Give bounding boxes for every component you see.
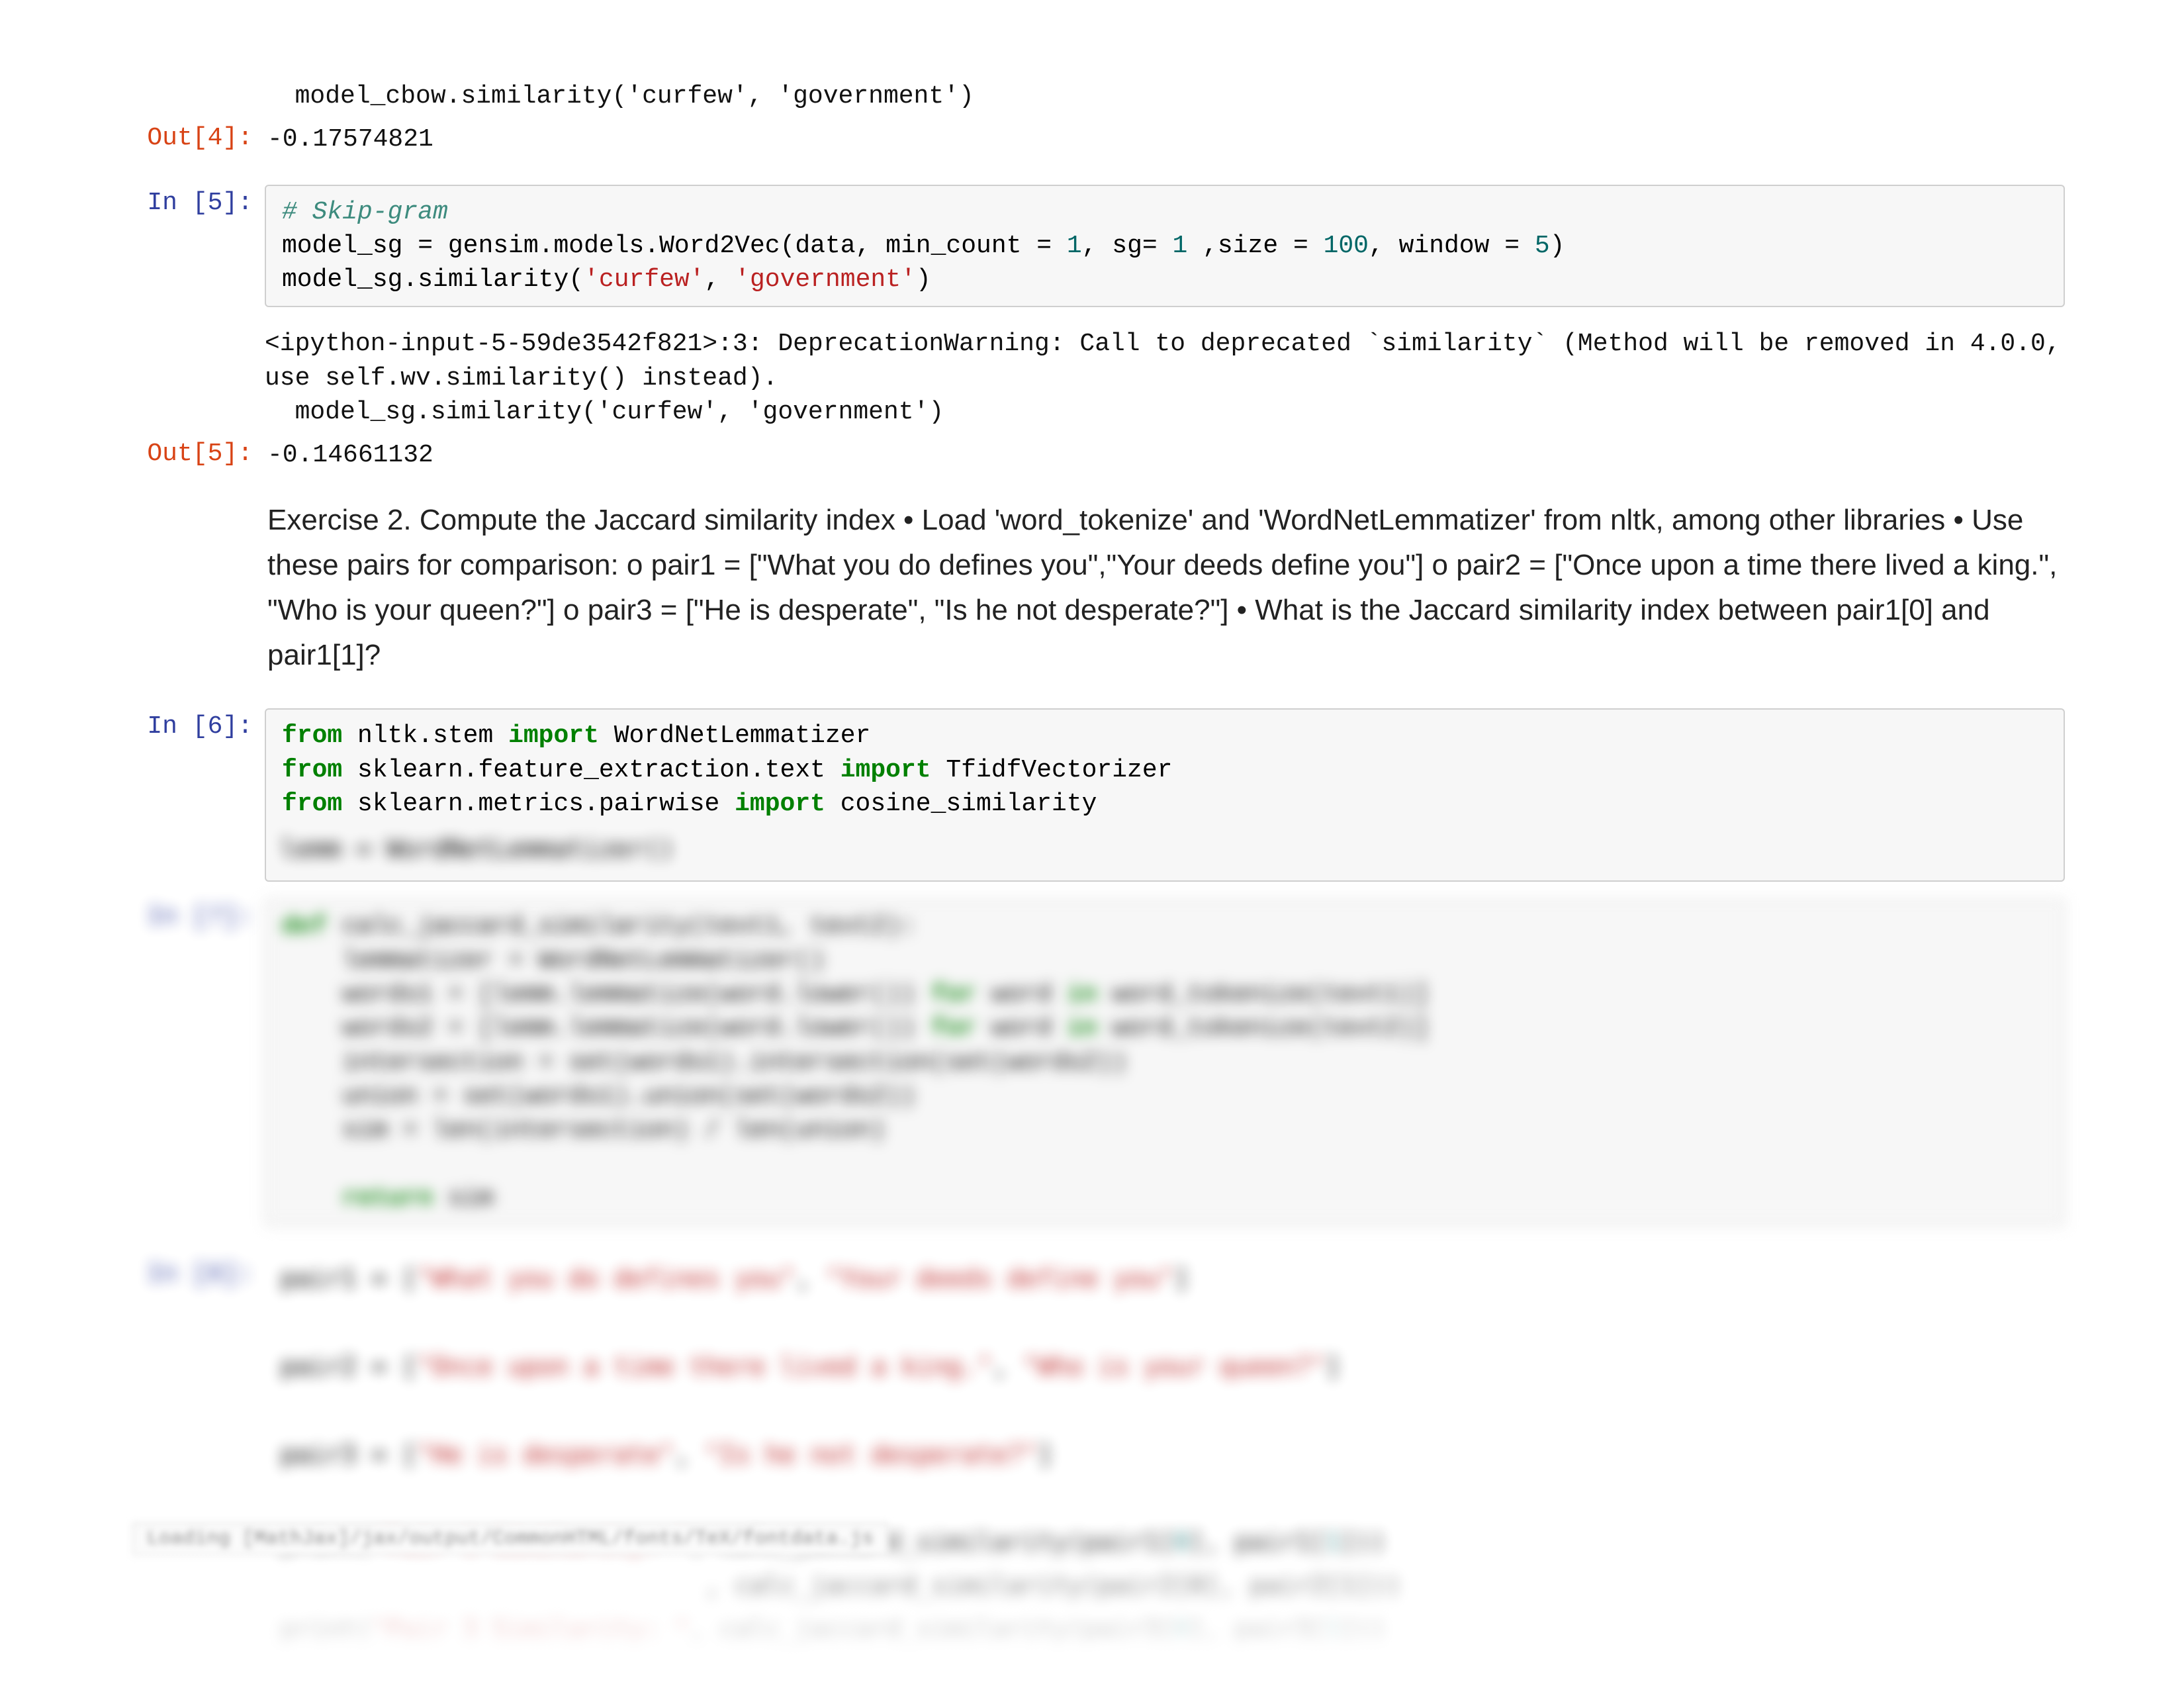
code-input-8: pair1 = ["What you do defines you", "You… (265, 1256, 2065, 1653)
in-prompt-6: In [6]: (119, 708, 265, 741)
code-input-7: def calc_jaccard_similarity(text1, text2… (265, 899, 2065, 1226)
stderr-fragment: model_cbow.similarity('curfew', 'governm… (265, 79, 2065, 113)
stderr-5-text: <ipython-input-5-59de3542f821>:3: Deprec… (265, 327, 2065, 429)
in-prompt-7: In [7]: (119, 899, 265, 931)
cell-out-4: Out[4]: -0.17574821 (119, 120, 2065, 159)
mathjax-status: Loading [MathJax]/jax/output/CommonHTML/… (132, 1523, 888, 1556)
cell-out-5: Out[5]: -0.14661132 (119, 436, 2065, 475)
out-prompt-4: Out[4]: (119, 120, 265, 152)
in-prompt-5: In [5]: (119, 185, 265, 217)
code-6[interactable]: from nltk.stem import WordNetLemmatizer … (282, 719, 2048, 821)
output-fragment-prev: model_cbow.similarity('curfew', 'governm… (119, 79, 2065, 113)
cell-stderr-5: <ipython-input-5-59de3542f821>:3: Deprec… (119, 327, 2065, 429)
code-input-5[interactable]: # Skip-gram model_sg = gensim.models.Wor… (265, 185, 2065, 308)
stderr-5: <ipython-input-5-59de3542f821>:3: Deprec… (265, 327, 2065, 429)
code-5[interactable]: # Skip-gram model_sg = gensim.models.Wor… (282, 195, 2048, 297)
cell-in-7: In [7]: def calc_jaccard_similarity(text… (119, 899, 2065, 1226)
empty-prompt-md (119, 482, 265, 486)
notebook-page: model_cbow.similarity('curfew', 'governm… (0, 0, 2184, 1688)
out-value-4-text: -0.17574821 (267, 122, 2065, 156)
markdown-exercise2: Exercise 2. Compute the Jaccard similari… (265, 482, 2065, 702)
cell-in-5[interactable]: In [5]: # Skip-gram model_sg = gensim.mo… (119, 185, 2065, 308)
out-value-5-text: -0.14661132 (267, 438, 2065, 472)
out-value-5: -0.14661132 (265, 436, 2065, 475)
code-7: def calc_jaccard_similarity(text1, text2… (282, 910, 2048, 1215)
in-prompt-8: In [8]: (119, 1256, 265, 1289)
cell-in-6[interactable]: In [6]: from nltk.stem import WordNetLem… (119, 708, 2065, 882)
code-input-6[interactable]: from nltk.stem import WordNetLemmatizer … (265, 708, 2065, 882)
out-prompt-5: Out[5]: (119, 436, 265, 468)
empty-prompt-5 (119, 327, 265, 331)
stderr-line: model_cbow.similarity('curfew', 'governm… (265, 79, 2065, 113)
cell-in-8: In [8]: pair1 = ["What you do defines yo… (119, 1256, 2065, 1653)
out-value-4: -0.17574821 (265, 120, 2065, 159)
empty-prompt (119, 79, 265, 83)
cell-markdown-exercise2: Exercise 2. Compute the Jaccard similari… (119, 482, 2065, 702)
